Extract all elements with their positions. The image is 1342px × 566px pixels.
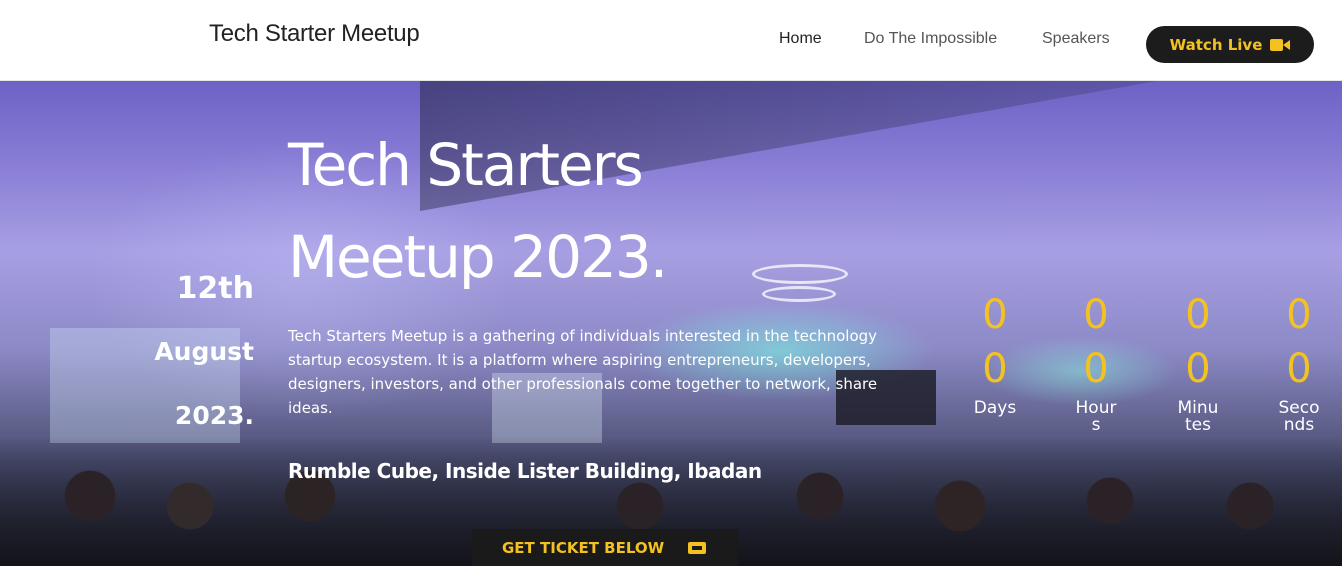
- event-venue: Rumble Cube, Inside Lister Building, Iba…: [288, 459, 762, 483]
- watch-live-label: Watch Live: [1169, 35, 1263, 54]
- countdown-minutes: 00 Minutes: [1176, 288, 1220, 434]
- hero-title: Tech Starters Meetup 2023.: [288, 131, 668, 291]
- countdown-minutes-label: Minutes: [1177, 398, 1219, 435]
- event-date-year: 2023.: [174, 401, 254, 430]
- ticket-icon: [688, 541, 707, 554]
- countdown-seconds-label: Seconds: [1278, 398, 1320, 435]
- watch-live-button[interactable]: Watch Live: [1146, 26, 1314, 63]
- site-header: Tech Starter Meetup Home Do The Impossib…: [0, 0, 1342, 81]
- hero-description: Tech Starters Meetup is a gathering of i…: [288, 327, 878, 417]
- get-ticket-button[interactable]: GET TICKET BELOW: [472, 529, 738, 566]
- event-date-month: August: [154, 337, 254, 366]
- site-brand[interactable]: Tech Starter Meetup: [209, 20, 420, 48]
- nav-home-link[interactable]: Home: [779, 30, 822, 48]
- get-ticket-label: GET TICKET BELOW: [502, 538, 665, 557]
- countdown-hours: 00 Hours: [1074, 288, 1118, 434]
- countdown-days-label: Days: [973, 398, 1017, 418]
- countdown-hours-value: 00: [1083, 292, 1109, 392]
- nav-speakers-link[interactable]: Speakers: [1042, 30, 1110, 48]
- video-camera-icon: [1270, 38, 1291, 51]
- nav-do-the-impossible-link[interactable]: Do The Impossible: [864, 30, 997, 48]
- countdown-seconds-value: 00: [1286, 292, 1312, 392]
- countdown-seconds: 00 Seconds: [1277, 288, 1321, 434]
- hero-section: Tech Starters Meetup 2023. 12th August 2…: [0, 81, 1342, 566]
- countdown-hours-label: Hours: [1075, 398, 1117, 435]
- countdown-days: 00 Days: [973, 288, 1017, 417]
- event-date: 12th August 2023.: [140, 271, 254, 431]
- countdown-days-value: 00: [982, 292, 1008, 392]
- countdown-minutes-value: 00: [1185, 292, 1211, 392]
- event-date-day: 12th: [176, 271, 254, 306]
